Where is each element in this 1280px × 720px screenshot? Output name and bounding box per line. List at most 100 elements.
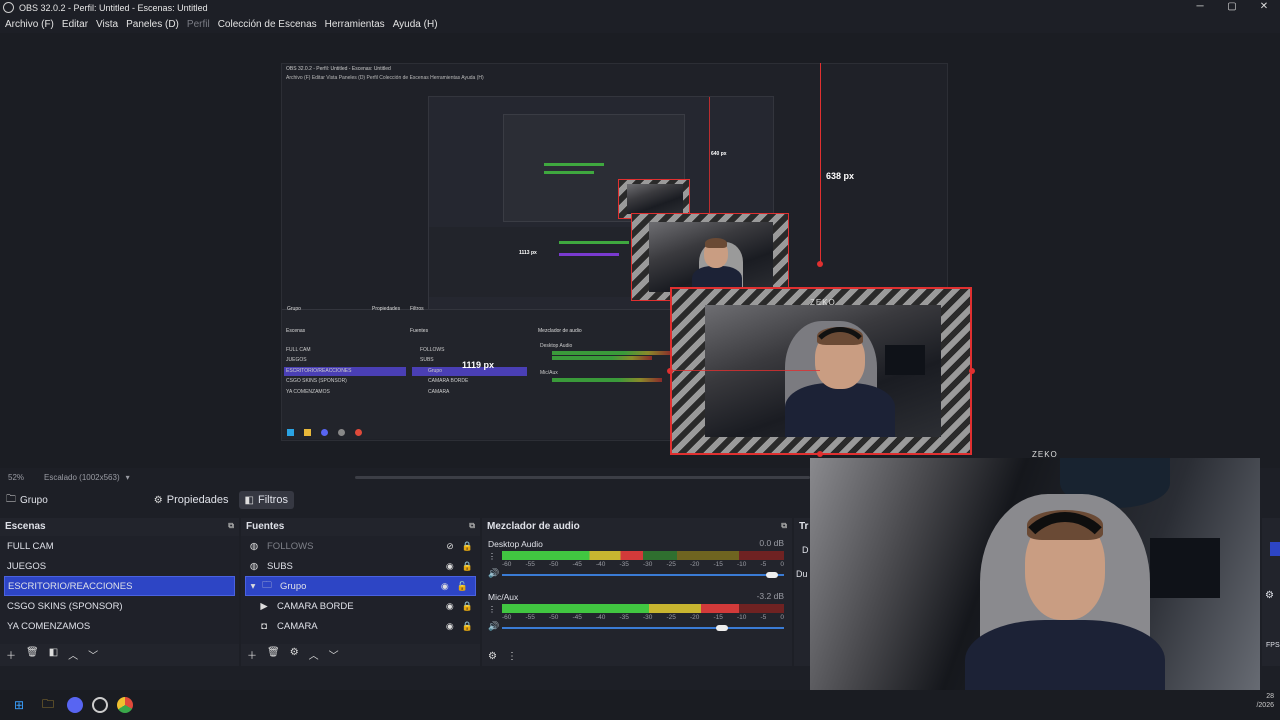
- advanced-audio-button[interactable]: ⚙: [488, 651, 497, 662]
- gear-icon: ⚙: [153, 494, 163, 506]
- nested-scene-row: ESCRITORIO/REACCIONES: [286, 368, 352, 374]
- source-item[interactable]: ▶ CAMARA BORDE ◉ 🔒: [241, 596, 480, 616]
- scene-label: ESCRITORIO/REACCIONES: [8, 580, 133, 592]
- sources-list: ◍ FOLLOWS ⊘ 🔒 ◍ SUBS ◉ 🔒 ▾ 🗀 Grupo ◉ 🔓 ▶ CA…: [241, 536, 480, 644]
- meter-tick-label: -20: [690, 614, 700, 621]
- add-scene-button[interactable]: ＋: [6, 647, 16, 662]
- gear-icon[interactable]: ⚙: [1265, 590, 1274, 601]
- preview-scrollbar[interactable]: [355, 476, 810, 479]
- source-item[interactable]: ◘ CAMARA ◉ 🔒: [241, 616, 480, 636]
- scene-item-selected[interactable]: ESCRITORIO/REACCIONES: [4, 576, 235, 596]
- speaker-icon[interactable]: 🔊: [488, 621, 499, 632]
- scale-dropdown[interactable]: Escalado (1002x563): [44, 473, 120, 482]
- scene-item[interactable]: YA COMENZAMOS: [0, 616, 239, 636]
- add-source-button[interactable]: ＋: [247, 647, 257, 662]
- maximize-button[interactable]: ▢: [1216, 0, 1248, 15]
- globe-icon: ◍: [249, 540, 259, 552]
- meter-tick-label: -15: [713, 614, 723, 621]
- meter-tick-label: -35: [619, 614, 629, 621]
- explorer-icon[interactable]: 🗀: [38, 695, 58, 715]
- obs-icon[interactable]: [92, 697, 108, 713]
- minimize-button[interactable]: ─: [1184, 0, 1216, 15]
- source-item-selected[interactable]: ▾ 🗀 Grupo ◉ 🔓: [245, 576, 476, 596]
- lock-icon[interactable]: 🔒: [462, 601, 473, 612]
- chevron-down-icon[interactable]: ▾: [249, 581, 257, 592]
- webcam-overlay: ZEKO: [810, 450, 1260, 710]
- meter-tick-label: -45: [572, 614, 582, 621]
- measure-handle[interactable]: [817, 261, 823, 267]
- lock-icon[interactable]: 🔒: [462, 561, 473, 572]
- eye-icon[interactable]: ◉: [446, 601, 454, 612]
- zoom-level[interactable]: 52%: [8, 473, 24, 482]
- scene-filters-button[interactable]: ◧: [49, 647, 58, 662]
- undock-icon[interactable]: ⧉: [781, 521, 787, 531]
- source-item[interactable]: ◍ SUBS ◉ 🔒: [241, 556, 480, 576]
- more-options-icon[interactable]: ⋮: [507, 651, 517, 662]
- move-up-button[interactable]: ︿: [309, 647, 319, 662]
- volume-slider[interactable]: [502, 572, 784, 578]
- nested-measure-horizontal: 1113 px: [519, 250, 537, 256]
- meter-tick-label: -55: [525, 561, 535, 568]
- eye-icon[interactable]: ◉: [441, 581, 449, 592]
- measure-vertical-line: [820, 63, 821, 266]
- chrome-icon[interactable]: [117, 697, 133, 713]
- more-options-icon[interactable]: ⋮: [488, 605, 496, 614]
- nested-source-row: SUBS: [420, 357, 434, 363]
- menu-editar[interactable]: Editar: [62, 19, 88, 30]
- more-options-icon[interactable]: ⋮: [488, 552, 496, 561]
- meter-tick-label: -55: [525, 614, 535, 621]
- eye-icon[interactable]: ◉: [446, 621, 454, 632]
- remove-scene-button[interactable]: 🗑: [26, 647, 39, 662]
- move-down-button[interactable]: ﹀: [329, 647, 339, 662]
- move-down-button[interactable]: ﹀: [88, 647, 98, 662]
- windows-icon[interactable]: ⊞: [9, 695, 29, 715]
- scene-label: FULL CAM: [7, 540, 54, 552]
- undock-icon[interactable]: ⧉: [469, 521, 475, 531]
- resize-handle-bottom[interactable]: [817, 451, 823, 457]
- scene-item[interactable]: CSGO SKINS (SPONSOR): [0, 596, 239, 616]
- move-up-button[interactable]: ︿: [68, 647, 78, 662]
- source-settings-button[interactable]: ⚙: [290, 647, 299, 662]
- meter-tick-label: -50: [549, 614, 559, 621]
- selected-camera-source[interactable]: ZEKO: [670, 287, 972, 455]
- discord-icon[interactable]: [67, 697, 83, 713]
- remove-source-button[interactable]: 🗑: [267, 647, 280, 662]
- lock-icon[interactable]: 🔒: [462, 621, 473, 632]
- nested-meter: [552, 351, 672, 355]
- volume-knob[interactable]: [766, 572, 779, 578]
- menu-archivo[interactable]: Archivo (F): [5, 19, 54, 30]
- nested-chrome-icon: [355, 429, 363, 436]
- speaker-icon[interactable]: 🔊: [488, 568, 499, 579]
- mixer-track: Mic/Aux -3.2 dB ⋮ -60 -55 -50 -45 -40 -35 -30-…: [488, 591, 784, 641]
- nested-source-row: CAMARA BORDE: [428, 378, 469, 384]
- eye-icon[interactable]: ◉: [446, 561, 454, 572]
- source-item[interactable]: ◍ FOLLOWS ⊘ 🔒: [241, 536, 480, 556]
- chevron-down-icon[interactable]: ▾: [126, 473, 130, 482]
- volume-knob[interactable]: [715, 625, 728, 631]
- transition-duration[interactable]: Du: [796, 569, 808, 579]
- control-button[interactable]: [1270, 542, 1280, 556]
- resize-handle-right[interactable]: [969, 368, 975, 374]
- right-controls-strip: ⚙ FPS: [1262, 518, 1280, 666]
- menu-herramientas[interactable]: Herramientas: [325, 19, 385, 30]
- lock-icon[interactable]: 🔒: [462, 541, 473, 552]
- resize-handle-left[interactable]: [667, 368, 673, 374]
- transition-type[interactable]: D: [802, 545, 809, 555]
- scene-item[interactable]: FULL CAM: [0, 536, 239, 556]
- mixer-track: Desktop Audio 0.0 dB ⋮ -60 -55 -50 -45 -40 -3…: [488, 538, 784, 588]
- menu-paneles[interactable]: Paneles (D): [126, 19, 179, 30]
- menu-coleccion-escenas[interactable]: Colección de Escenas: [218, 19, 317, 30]
- scene-item[interactable]: JUEGOS: [0, 556, 239, 576]
- source-label: SUBS: [267, 560, 293, 572]
- undock-icon[interactable]: ⧉: [228, 521, 234, 531]
- close-button[interactable]: ✕: [1248, 0, 1280, 15]
- unlock-icon[interactable]: 🔓: [457, 581, 468, 592]
- filters-button[interactable]: ◧ Filtros: [238, 491, 294, 509]
- properties-button[interactable]: ⚙ Propiedades: [148, 491, 235, 509]
- eye-hidden-icon[interactable]: ⊘: [446, 541, 454, 552]
- nested-meter: [552, 356, 652, 360]
- menu-vista[interactable]: Vista: [96, 19, 118, 30]
- volume-meter: [502, 551, 784, 560]
- menu-ayuda[interactable]: Ayuda (H): [393, 19, 438, 30]
- volume-slider[interactable]: [502, 625, 784, 631]
